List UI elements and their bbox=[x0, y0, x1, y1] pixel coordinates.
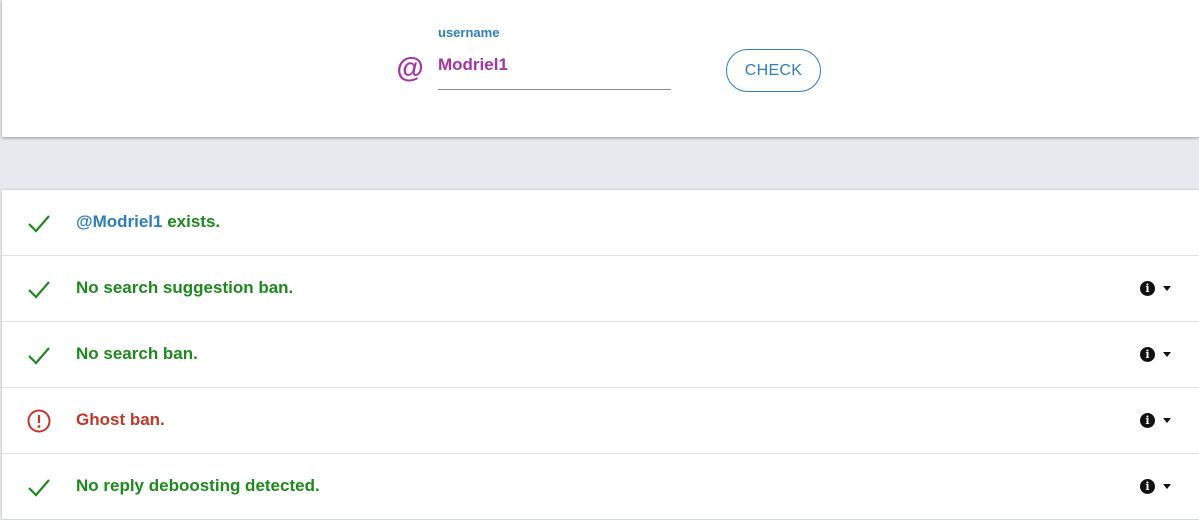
checkmark-icon bbox=[28, 215, 50, 233]
caret-down-icon bbox=[1163, 285, 1171, 291]
at-sign-icon: @ bbox=[396, 52, 424, 83]
result-row-search-ban: No search ban. i bbox=[2, 322, 1199, 388]
result-text: @Modriel1 exists. bbox=[76, 212, 221, 231]
result-text: No reply deboosting detected. bbox=[76, 476, 320, 495]
info-icon: i bbox=[1140, 478, 1155, 494]
info-icon: i bbox=[1140, 280, 1155, 296]
result-row-exists: @Modriel1 exists. bbox=[2, 190, 1199, 256]
result-row-ghost-ban: Ghost ban. i bbox=[2, 388, 1199, 454]
result-text: No search suggestion ban. bbox=[76, 278, 294, 297]
info-icon: i bbox=[1140, 346, 1155, 362]
caret-down-icon bbox=[1163, 351, 1171, 357]
check-button[interactable]: CHECK bbox=[726, 49, 821, 92]
caret-down-icon bbox=[1163, 483, 1171, 489]
username-input[interactable] bbox=[438, 52, 671, 90]
info-dropdown-toggle[interactable]: i bbox=[1140, 476, 1171, 496]
result-row-search-suggestion-ban: No search suggestion ban. i bbox=[2, 256, 1199, 322]
checkmark-icon bbox=[28, 479, 50, 497]
info-dropdown-toggle[interactable]: i bbox=[1140, 278, 1171, 298]
info-icon: i bbox=[1140, 412, 1155, 428]
info-dropdown-toggle[interactable]: i bbox=[1140, 344, 1171, 364]
caret-down-icon bbox=[1163, 417, 1171, 423]
checkmark-icon bbox=[28, 347, 50, 365]
info-dropdown-toggle[interactable]: i bbox=[1140, 410, 1171, 430]
checkmark-icon bbox=[28, 281, 50, 299]
search-card: @ username CHECK bbox=[2, 0, 1199, 137]
result-row-reply-deboosting: No reply deboosting detected. i bbox=[2, 454, 1199, 520]
results-list: @Modriel1 exists. No search suggestion b… bbox=[2, 190, 1199, 519]
result-text: Ghost ban. bbox=[76, 410, 165, 429]
alert-circle-icon bbox=[27, 409, 51, 433]
username-label: username bbox=[438, 25, 500, 40]
result-text: No search ban. bbox=[76, 344, 198, 363]
username-mention: @Modriel1 bbox=[76, 212, 163, 231]
